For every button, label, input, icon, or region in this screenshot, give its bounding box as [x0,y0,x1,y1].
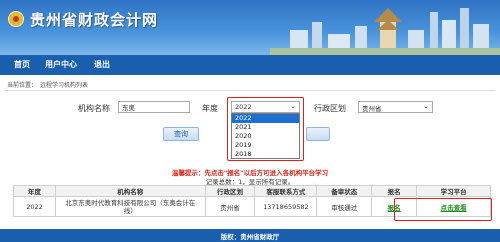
region-label: 行政区划 [314,104,346,113]
year-option[interactable]: 2021 [232,123,299,132]
footer-copyright: 版权：贵州省财政厅 [220,233,280,241]
org-name-line2: 线） [123,206,137,215]
org-name-label: 机构名称 [78,104,110,113]
city-skyline-image [270,8,500,55]
cell-year: 2022 [13,196,56,217]
col-phone: 客服联系方式 [254,185,318,197]
cell-platform: 点击查看 [416,196,491,217]
col-status: 备审状态 [316,185,373,197]
cell-status: 审核通过 [316,196,373,217]
register-link[interactable]: 报名 [388,204,401,212]
year-option[interactable]: 2020 [232,132,299,141]
nav-item-user-center[interactable]: 用户中心 [45,59,77,70]
year-option[interactable]: 2019 [232,141,299,150]
year-option[interactable]: 2018 [232,150,299,159]
secondary-button[interactable] [306,127,330,141]
results-table: 年度 机构名称 行政区划 客服联系方式 备审状态 报名 学习平台 2022 北京… [13,185,491,217]
breadcrumb-page: 远程学习机构列表 [40,82,89,89]
breadcrumb: 当前位置： 远程学习机构列表 [5,79,495,91]
table-header-row: 年度 机构名称 行政区划 客服联系方式 备审状态 报名 学习平台 [13,185,491,197]
query-button[interactable]: 查询 [163,127,199,141]
year-option[interactable]: 2022 [232,114,299,123]
col-register: 报名 [371,185,418,197]
cell-region: 贵州省 [204,196,256,217]
main-nav: 首页 用户中心 退出 [0,55,500,75]
col-platform: 学习平台 [416,185,491,197]
header-banner: 贵州省财政会计网 [0,0,500,55]
cell-phone: 13718659582 [254,196,318,217]
col-region: 行政区划 [204,185,256,197]
cell-register: 报名 [371,196,418,217]
breadcrumb-prefix: 当前位置： [7,82,38,89]
year-select-value: 2022 [235,103,252,111]
chevron-down-icon: ⌄ [290,102,296,110]
year-dropdown-list: 2022 2021 2020 2019 2018 [231,113,300,159]
year-select[interactable]: 2022 ⌄ [231,101,300,113]
emblem-icon [8,11,24,27]
nav-item-home[interactable]: 首页 [14,59,30,70]
col-year: 年度 [13,185,56,197]
region-select-value: 贵州省 [362,105,382,113]
view-platform-link[interactable]: 点击查看 [441,204,467,212]
year-label: 年度 [202,104,218,113]
site-title: 贵州省财政会计网 [30,11,159,29]
nav-item-logout[interactable]: 退出 [94,59,110,70]
footer: 版权：贵州省财政厅 [0,229,500,242]
chevron-down-icon: ⌄ [423,102,429,110]
org-name-line1: 北京东奥时代教育科技有限公司（东奥会计在 [65,198,196,207]
cell-org-name: 北京东奥时代教育科技有限公司（东奥会计在 线） [54,196,206,217]
table-row: 2022 北京东奥时代教育科技有限公司（东奥会计在 线） 贵州省 1371865… [13,196,491,217]
region-select[interactable]: 贵州省 ⌄ [358,101,433,113]
col-org-name: 机构名称 [54,185,206,197]
org-name-input[interactable] [118,101,190,113]
